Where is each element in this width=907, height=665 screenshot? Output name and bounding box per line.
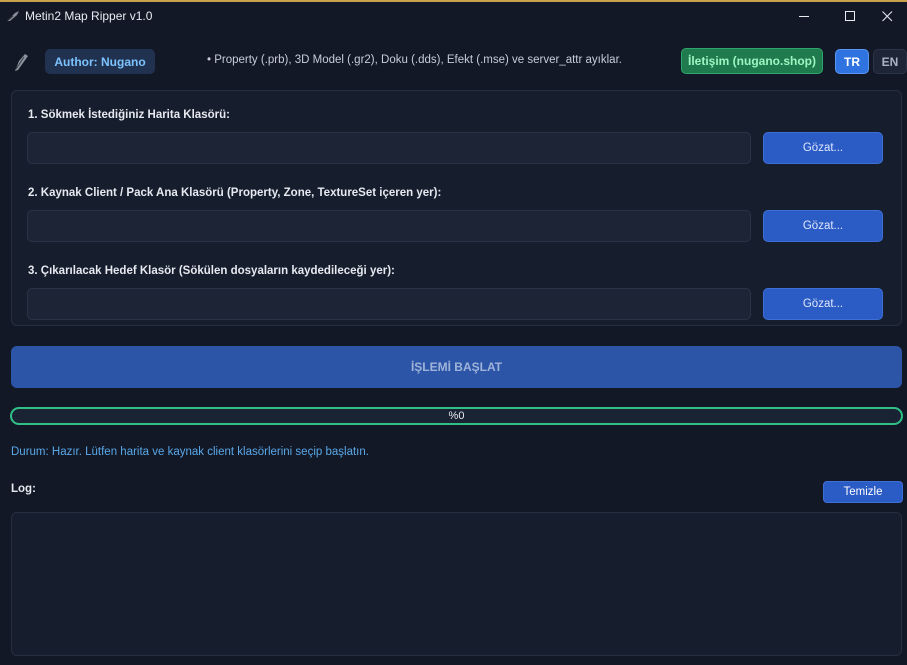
feather-icon [15,54,28,71]
app-window: Metin2 Map Ripper v1.0 Author: Nugano • … [0,0,907,665]
browse-label: Gözat... [802,220,844,232]
clear-label: Temizle [843,486,883,498]
close-icon [881,11,892,22]
start-label: İŞLEMİ BAŞLAT [410,360,503,374]
output-folder-label: 3. Çıkarılacak Hedef Klasör (Sökülen dos… [28,265,395,277]
output-folder-browse-button[interactable]: Gözat... [763,288,883,320]
progress-text: %0 [448,410,465,422]
contact-button[interactable]: İletişim (nugano.shop) [681,48,823,74]
title-bar: Metin2 Map Ripper v1.0 [0,2,907,31]
client-folder-input[interactable] [27,210,751,242]
clear-log-button[interactable]: Temizle [823,481,903,503]
map-folder-input[interactable] [27,132,751,164]
author-badge: Author: Nugano [45,49,155,74]
browse-label: Gözat... [802,298,844,310]
folder-settings-panel: 1. Sökmek İstediğiniz Harita Klasörü: Gö… [11,90,902,326]
features-description: • Property (.prb), 3D Model (.gr2), Doku… [207,54,622,66]
map-folder-browse-button[interactable]: Gözat... [763,132,883,164]
author-label: Author: Nugano [54,54,146,69]
window-title: Metin2 Map Ripper v1.0 [25,9,153,23]
client-folder-label: 2. Kaynak Client / Pack Ana Klasörü (Pro… [28,187,442,199]
output-folder-input[interactable] [27,288,751,320]
language-tr-button[interactable]: TR [835,49,869,74]
close-button[interactable] [867,2,907,31]
maximize-icon [844,11,855,21]
language-en-label: EN [881,54,899,69]
browse-label: Gözat... [802,142,844,154]
language-tr-label: TR [844,54,860,69]
minimize-icon [798,16,809,17]
map-folder-label: 1. Sökmek İstediğiniz Harita Klasörü: [28,109,230,121]
feather-icon [6,11,19,22]
log-label: Log: [11,483,36,495]
progress-bar: %0 [10,407,903,425]
contact-label: İletişim (nugano.shop) [688,54,816,68]
log-output[interactable] [11,512,902,656]
language-en-button[interactable]: EN [873,49,907,74]
start-process-button[interactable]: İŞLEMİ BAŞLAT [11,346,902,388]
client-folder-browse-button[interactable]: Gözat... [763,210,883,242]
minimize-button[interactable] [781,2,827,31]
status-text: Durum: Hazır. Lütfen harita ve kaynak cl… [11,446,369,458]
